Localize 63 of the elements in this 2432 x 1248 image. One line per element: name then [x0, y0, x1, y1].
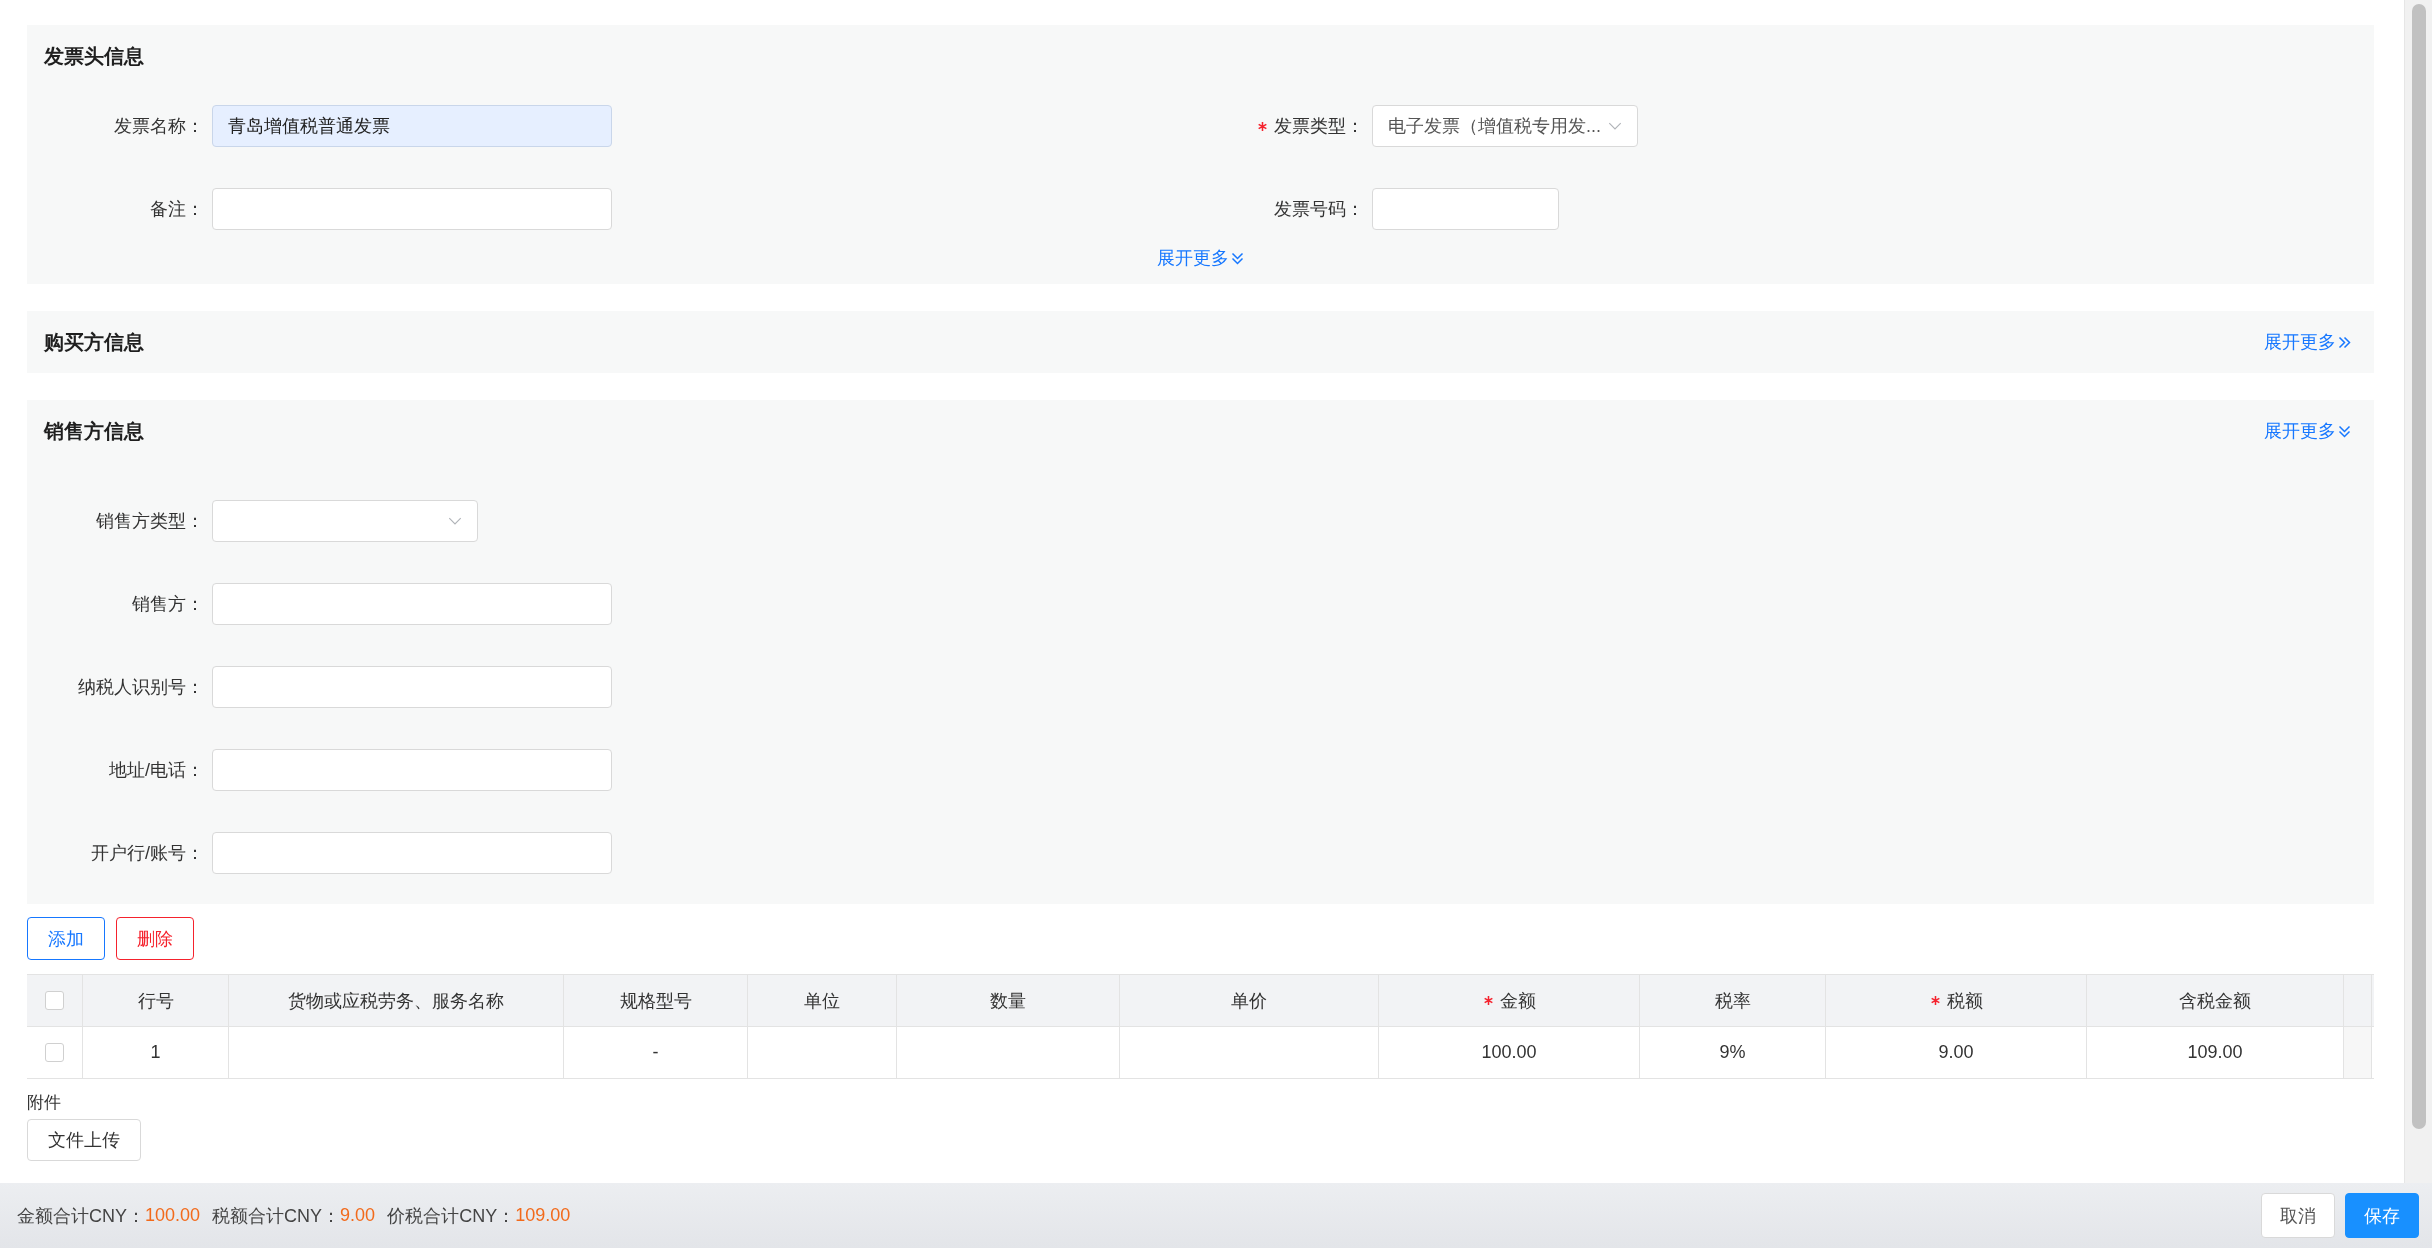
column-header: 单位: [804, 989, 840, 1013]
column-header: 税额: [1929, 988, 1983, 1013]
field-label: 发票类型：: [1187, 114, 1372, 138]
expand-more-link[interactable]: 展开更多: [2264, 419, 2352, 443]
expand-more-link[interactable]: 展开更多: [1156, 246, 1245, 270]
table-cell: 109.00: [2187, 1042, 2243, 1063]
field-label: 销售方类型：: [95, 510, 205, 533]
checkbox[interactable]: [45, 991, 64, 1010]
footer-button[interactable]: 取消: [2261, 1193, 2335, 1238]
input-field[interactable]: [212, 832, 612, 874]
table-cell: -: [652, 1042, 659, 1063]
field-label: 发票名称：: [113, 115, 205, 138]
total-value: 9.00: [340, 1205, 376, 1226]
total-value: 109.00: [515, 1205, 571, 1226]
field-label: 发票号码：: [1273, 198, 1365, 221]
select-field[interactable]: 电子发票（增值税专用发...: [1372, 105, 1638, 147]
total-label: 价税合计CNY：: [387, 1204, 516, 1228]
column-header: 行号: [137, 989, 174, 1013]
column-header: 数量: [990, 989, 1026, 1013]
input-field[interactable]: [212, 583, 612, 625]
chevron-icon: [1229, 250, 1245, 266]
column-header: 货物或应税劳务、服务名称: [288, 989, 504, 1013]
column-header: 含税金额: [2179, 989, 2251, 1013]
action-button[interactable]: 删除: [116, 917, 194, 960]
section-title: 销售方信息: [44, 418, 144, 444]
input-field[interactable]: 青岛增值税普通发票: [212, 105, 612, 147]
input-field[interactable]: [1372, 188, 1559, 230]
chevron-icon: [2337, 334, 2352, 350]
scrollbar[interactable]: [2404, 0, 2432, 1183]
action-button[interactable]: 添加: [27, 917, 105, 960]
field-label: 销售方：: [131, 593, 205, 616]
table-cell: 1: [150, 1042, 161, 1063]
field-label: 开户行/账号：: [90, 842, 205, 865]
chevron-icon: [2337, 423, 2352, 439]
section-title: 发票头信息: [44, 43, 144, 69]
footer-button[interactable]: 保存: [2345, 1193, 2419, 1238]
column-header: 单价: [1231, 989, 1267, 1013]
field-label: 备注：: [149, 198, 205, 221]
table-cell: 9%: [1719, 1042, 1746, 1063]
column-header: 规格型号: [619, 989, 692, 1013]
field-label: 纳税人识别号：: [77, 676, 205, 699]
table-cell: 9.00: [1938, 1042, 1974, 1063]
required-icon: [1257, 120, 1268, 132]
upload-button[interactable]: 文件上传: [27, 1119, 141, 1161]
attachment-label: 附件: [27, 1092, 61, 1114]
column-header: 税率: [1714, 989, 1751, 1013]
expand-more-link[interactable]: 展开更多: [2264, 330, 2352, 354]
total-label: 税额合计CNY：: [212, 1204, 341, 1228]
caret-icon: [1608, 122, 1622, 130]
required-icon: [1929, 995, 1941, 1006]
required-icon: [1482, 995, 1494, 1006]
section-title: 购买方信息: [44, 329, 144, 355]
caret-icon: [448, 517, 462, 525]
checkbox[interactable]: [45, 1043, 64, 1062]
table-cell: 100.00: [1481, 1042, 1537, 1063]
select-field[interactable]: [212, 500, 478, 542]
total-label: 金额合计CNY：: [17, 1204, 145, 1228]
input-field[interactable]: [212, 749, 612, 791]
total-value: 100.00: [145, 1205, 201, 1226]
input-field[interactable]: [212, 188, 612, 230]
column-header: 金额: [1482, 988, 1536, 1013]
field-label: 地址/电话：: [108, 759, 205, 782]
input-field[interactable]: [212, 666, 612, 708]
